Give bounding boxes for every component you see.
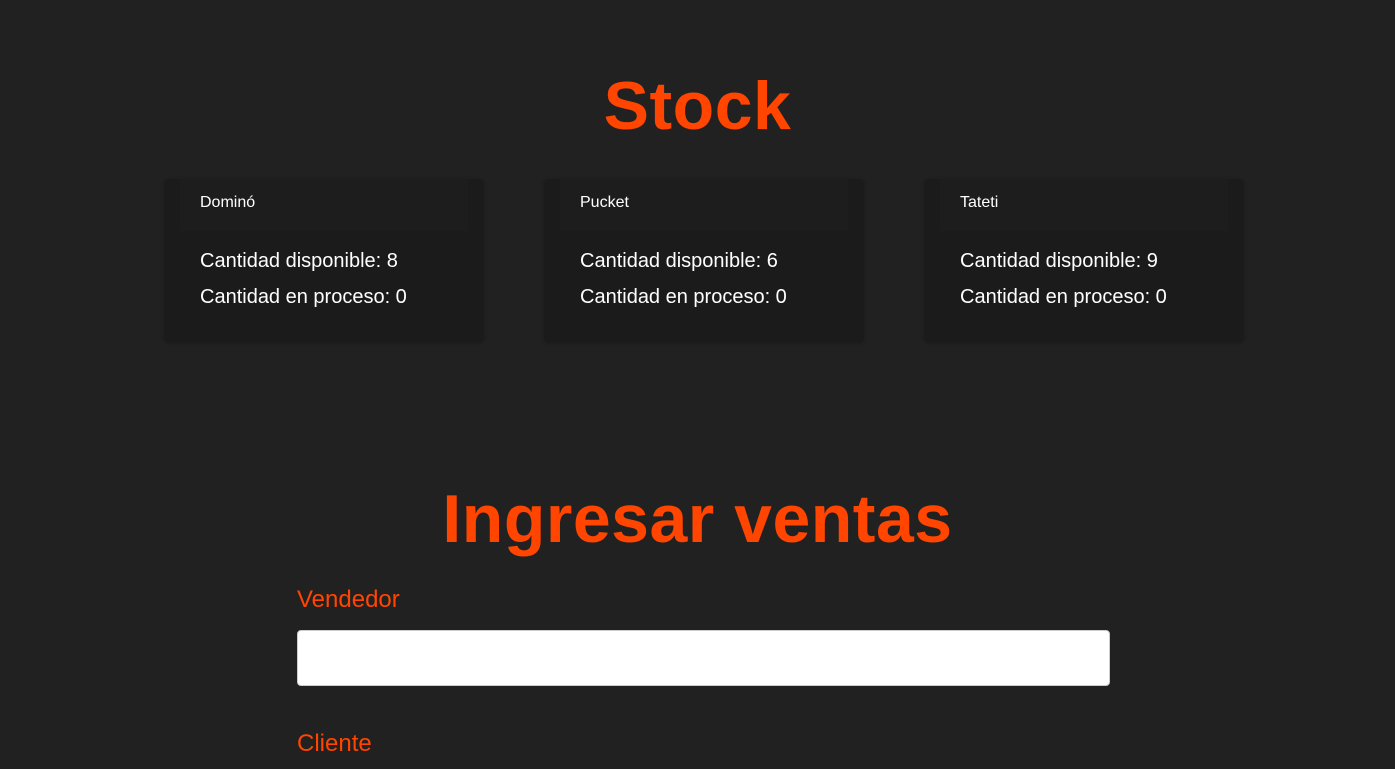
product-name: Dominó (200, 194, 256, 211)
available-quantity: Cantidad disponible: 8 (200, 250, 398, 272)
in-process-quantity: Cantidad en proceso: 0 (580, 286, 787, 308)
stock-title: Stock (603, 68, 792, 144)
product-name: Pucket (580, 194, 629, 211)
available-quantity: Cantidad disponible: 6 (580, 250, 778, 272)
available-quantity: Cantidad disponible: 9 (960, 250, 1158, 272)
in-process-quantity: Cantidad en proceso: 0 (960, 286, 1167, 308)
card-header: Dominó (180, 179, 468, 231)
in-process-quantity: Cantidad en proceso: 0 (200, 286, 407, 308)
card-header: Tateti (940, 179, 1228, 231)
product-card-pucket: Pucket Cantidad disponible: 6 Cantidad e… (544, 179, 864, 342)
cliente-label: Cliente (297, 730, 372, 757)
card-header: Pucket (560, 179, 848, 231)
product-card-domino: Dominó Cantidad disponible: 8 Cantidad e… (164, 179, 484, 342)
sales-title: Ingresar ventas (442, 481, 953, 557)
page: Stock Dominó Cantidad disponible: 8 Cant… (0, 0, 1395, 769)
vendedor-input[interactable] (297, 630, 1110, 686)
stock-cards: Dominó Cantidad disponible: 8 Cantidad e… (164, 179, 1244, 342)
vendedor-label: Vendedor (297, 586, 400, 613)
product-card-tateti: Tateti Cantidad disponible: 9 Cantidad e… (924, 179, 1244, 342)
product-name: Tateti (960, 194, 999, 211)
